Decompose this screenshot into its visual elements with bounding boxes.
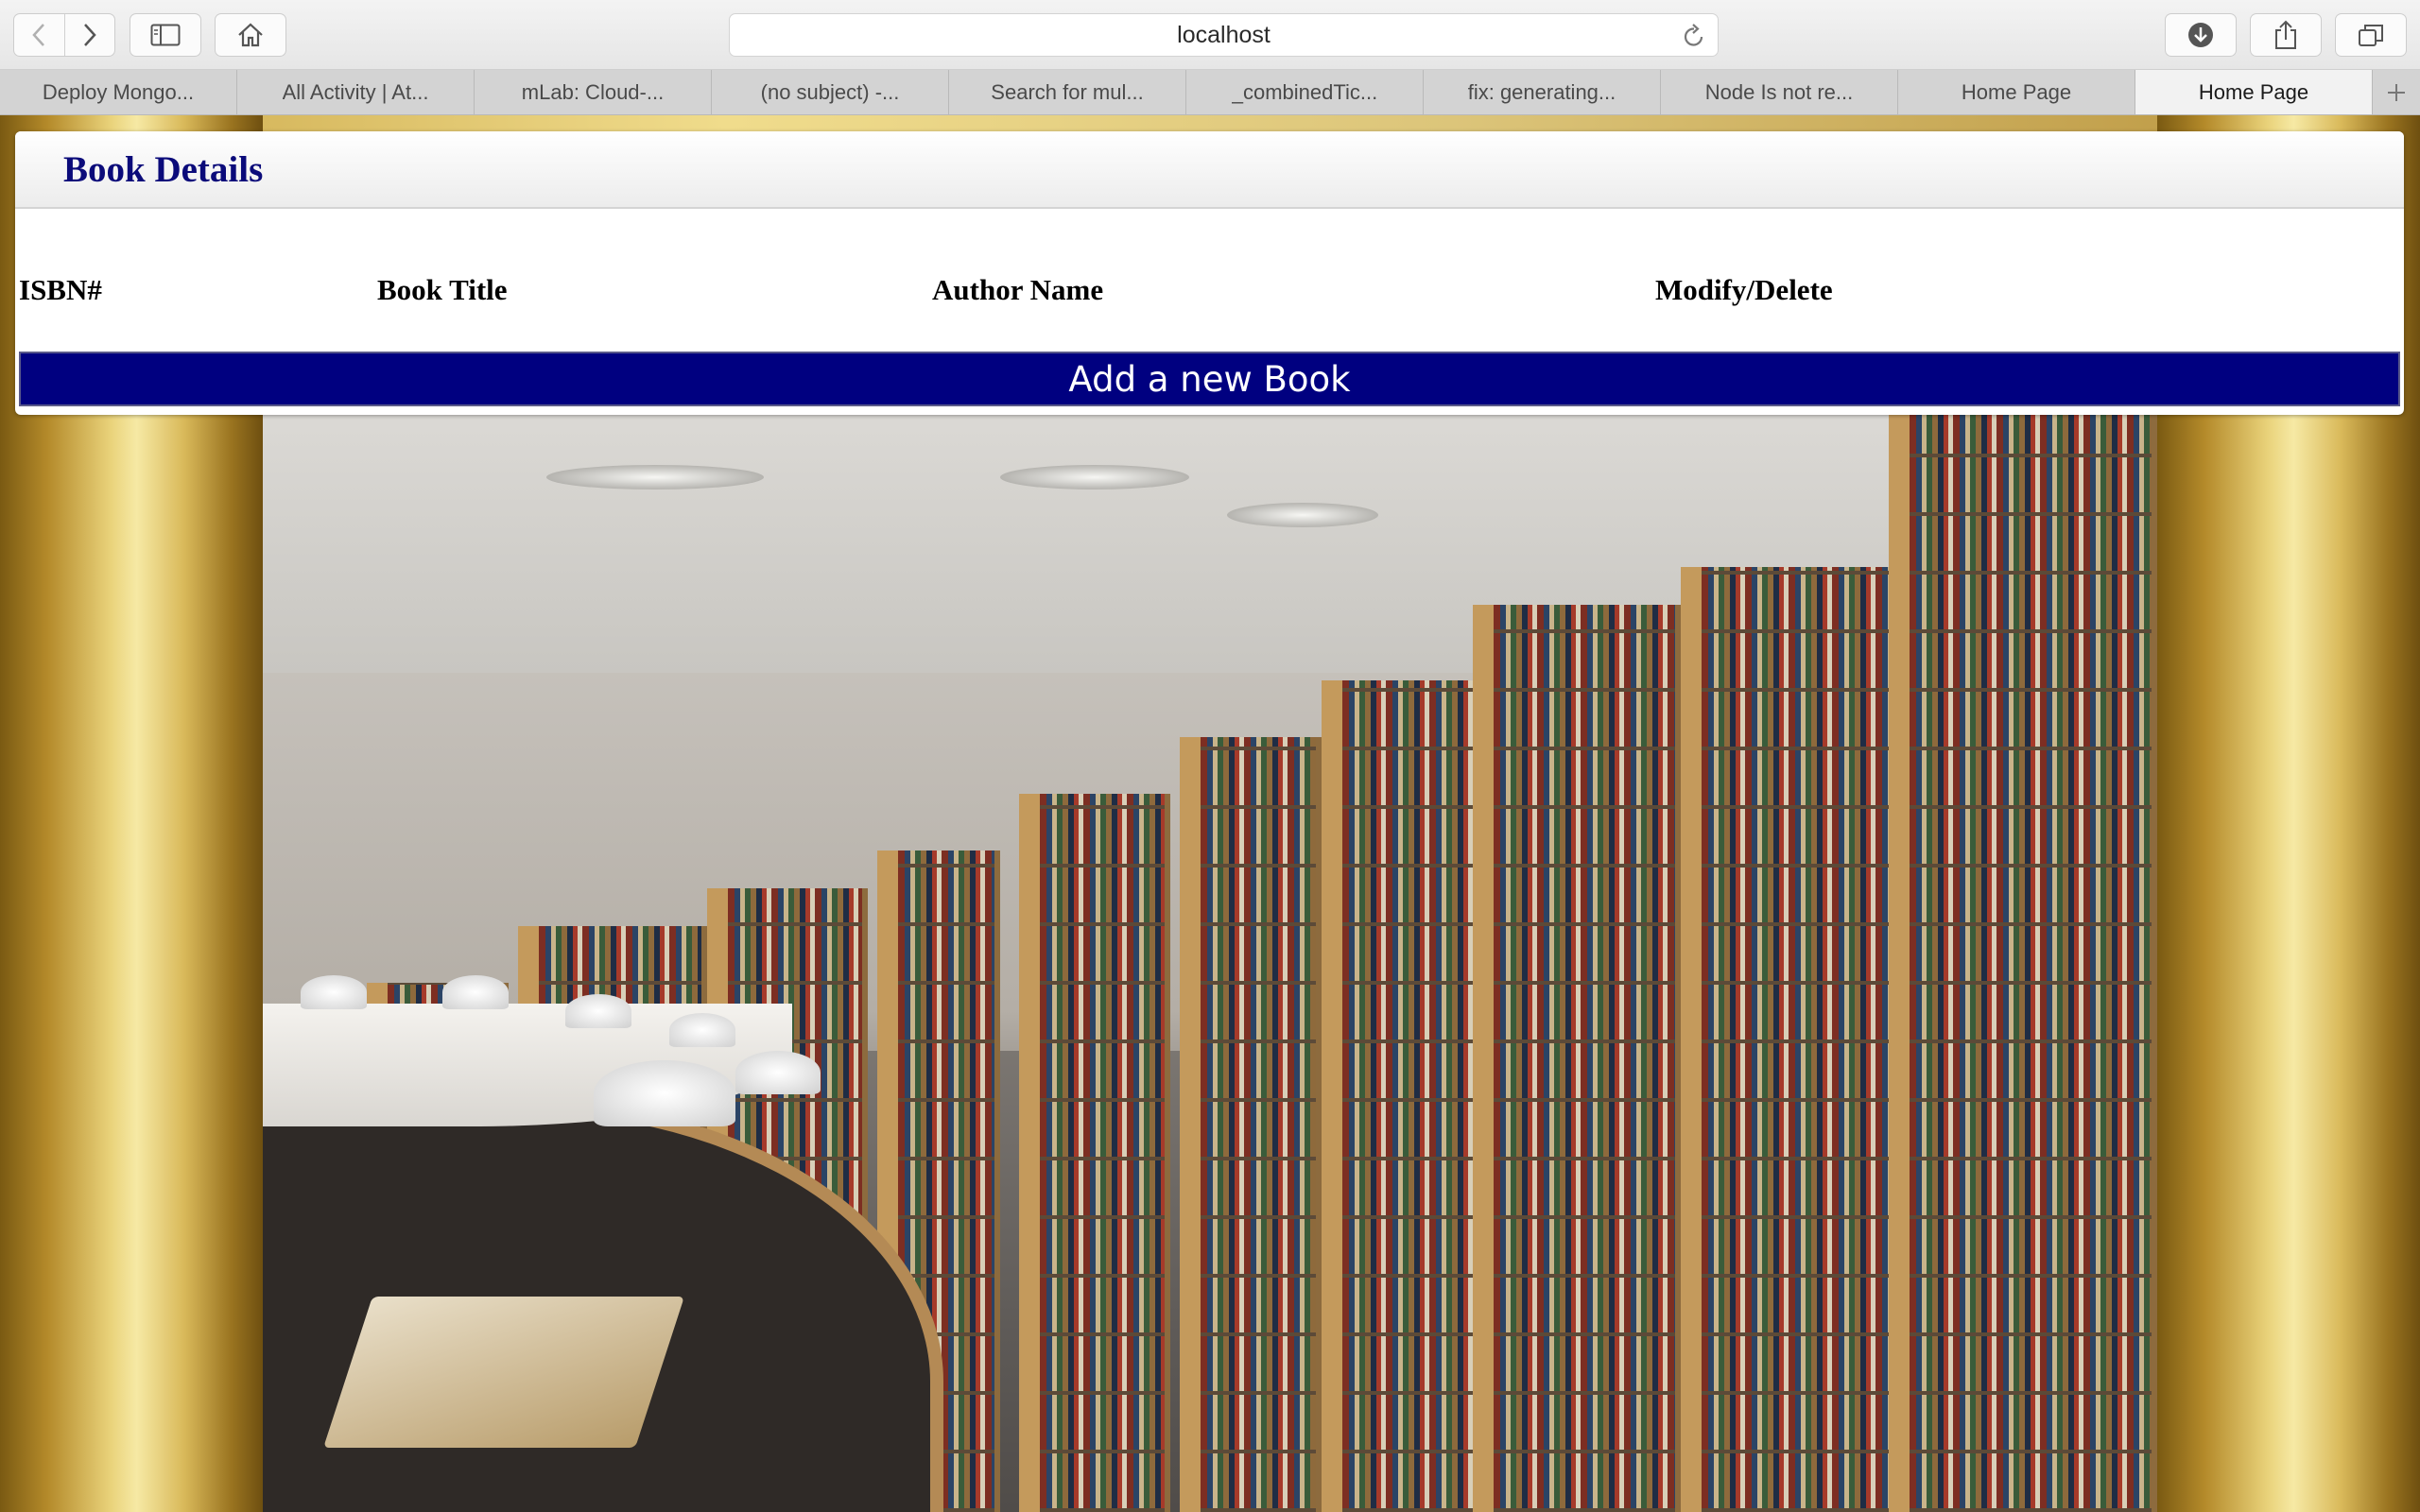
home-button[interactable] <box>215 13 286 57</box>
bookshelf <box>1019 794 1170 1512</box>
address-text: localhost <box>1177 21 1270 48</box>
bookshelf <box>1473 605 1681 1512</box>
column-header-modify-delete: Modify/Delete <box>1655 273 1833 306</box>
tab-label: mLab: Cloud-... <box>521 79 665 104</box>
tab-label: Search for mul... <box>991 79 1144 104</box>
reload-icon[interactable] <box>1682 23 1706 49</box>
download-icon <box>2188 23 2213 47</box>
home-icon <box>238 23 263 47</box>
ceiling-light <box>546 465 764 490</box>
tab-8[interactable]: Node Is not re... <box>1661 70 1898 114</box>
web-page: Book Details ISBN# Book Title Author Nam… <box>0 115 2420 1512</box>
ceiling-light <box>1227 503 1378 527</box>
desk-lamp <box>669 1013 735 1047</box>
address-bar[interactable]: localhost <box>729 13 1719 57</box>
desk-lamp <box>301 975 367 1009</box>
bookshelf <box>1180 737 1322 1512</box>
tab-5[interactable]: Search for mul... <box>949 70 1186 114</box>
column-header-book-title: Book Title <box>377 273 508 306</box>
tab-label: (no subject) -... <box>760 79 900 104</box>
tab-label: fix: generating... <box>1467 79 1616 104</box>
forward-button[interactable] <box>64 14 114 56</box>
desk-lamp <box>735 1051 821 1094</box>
bookshelf <box>1322 680 1482 1512</box>
desk-lamp <box>442 975 509 1009</box>
desk-lamp <box>594 1060 735 1126</box>
tab-label: Home Page <box>2198 79 2309 104</box>
desk-lamp <box>565 994 631 1028</box>
new-tab-icon <box>2388 83 2405 101</box>
tab-2[interactable]: All Activity | At... <box>237 70 475 114</box>
new-tab-button[interactable] <box>2373 70 2420 114</box>
library-background-image <box>263 399 2157 1512</box>
book-stand <box>323 1297 684 1448</box>
sidebar-icon <box>150 24 181 46</box>
column-header-author-name: Author Name <box>932 273 1104 306</box>
tabs-overview-button[interactable] <box>2335 13 2407 57</box>
column-header-isbn: ISBN# <box>19 273 102 306</box>
ceiling-light <box>1000 465 1189 490</box>
back-icon <box>32 24 45 46</box>
tab-4[interactable]: (no subject) -... <box>712 70 949 114</box>
browser-toolbar: localhost <box>0 0 2420 70</box>
tab-9[interactable]: Home Page <box>1898 70 2135 114</box>
tab-10-active[interactable]: Home Page <box>2135 70 2373 114</box>
forward-icon <box>83 24 96 46</box>
tab-3[interactable]: mLab: Cloud-... <box>475 70 712 114</box>
tab-label: Node Is not re... <box>1704 79 1854 104</box>
tab-1[interactable]: Deploy Mongo... <box>0 70 237 114</box>
tab-6[interactable]: _combinedTic... <box>1186 70 1424 114</box>
panel-header: Book Details <box>15 131 2404 209</box>
share-icon <box>2275 20 2296 49</box>
tab-strip: Deploy Mongo... All Activity | At... mLa… <box>0 70 2420 115</box>
tabs-overview-icon <box>2359 25 2383 46</box>
tab-label: _combinedTic... <box>1231 79 1378 104</box>
share-button[interactable] <box>2250 13 2322 57</box>
back-button[interactable] <box>14 14 64 56</box>
sidebar-button[interactable] <box>130 13 201 57</box>
downloads-button[interactable] <box>2165 13 2237 57</box>
tab-label: Deploy Mongo... <box>42 79 195 104</box>
tab-label: Home Page <box>1961 79 2072 104</box>
tab-label: All Activity | At... <box>282 79 429 104</box>
book-details-panel: Book Details ISBN# Book Title Author Nam… <box>15 131 2404 415</box>
add-new-book-button[interactable]: Add a new Book <box>19 352 2400 406</box>
tab-7[interactable]: fix: generating... <box>1424 70 1661 114</box>
bookshelf <box>1889 399 2157 1512</box>
navigation-buttons <box>13 13 115 57</box>
page-title: Book Details <box>63 148 264 190</box>
